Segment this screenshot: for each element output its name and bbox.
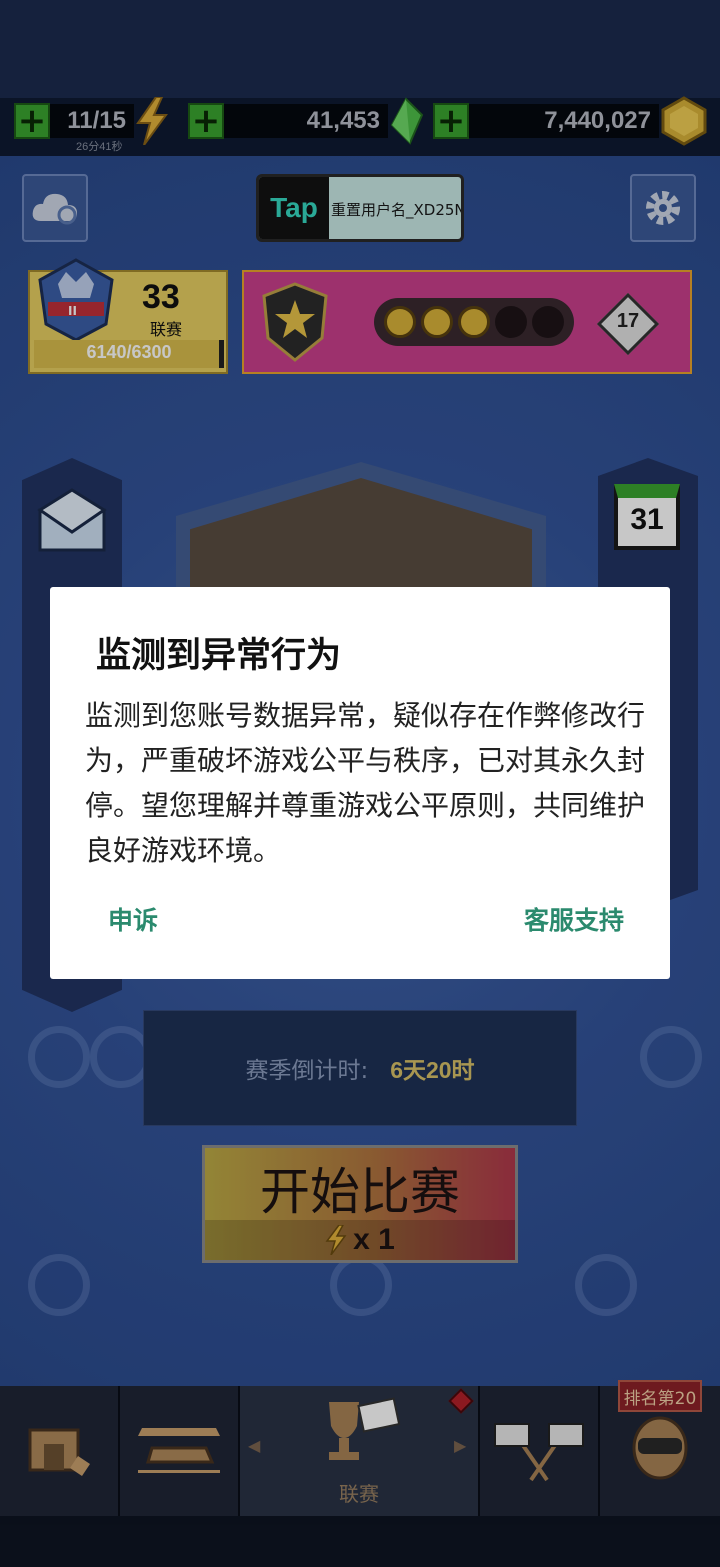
- dialog-title: 监测到异常行为: [96, 636, 342, 676]
- dialog-message: 监测到您账号数据异常，疑似存在作弊修改行为，严重破坏游戏公平与秩序，已对其永久封…: [85, 699, 646, 867]
- ban-dialog: 监测到异常行为 监测到您账号数据异常，疑似存在作弊修改行为，严重破坏游戏公平与秩…: [50, 587, 670, 979]
- support-button[interactable]: 客服支持: [524, 901, 624, 937]
- appeal-button[interactable]: 申诉: [108, 901, 158, 937]
